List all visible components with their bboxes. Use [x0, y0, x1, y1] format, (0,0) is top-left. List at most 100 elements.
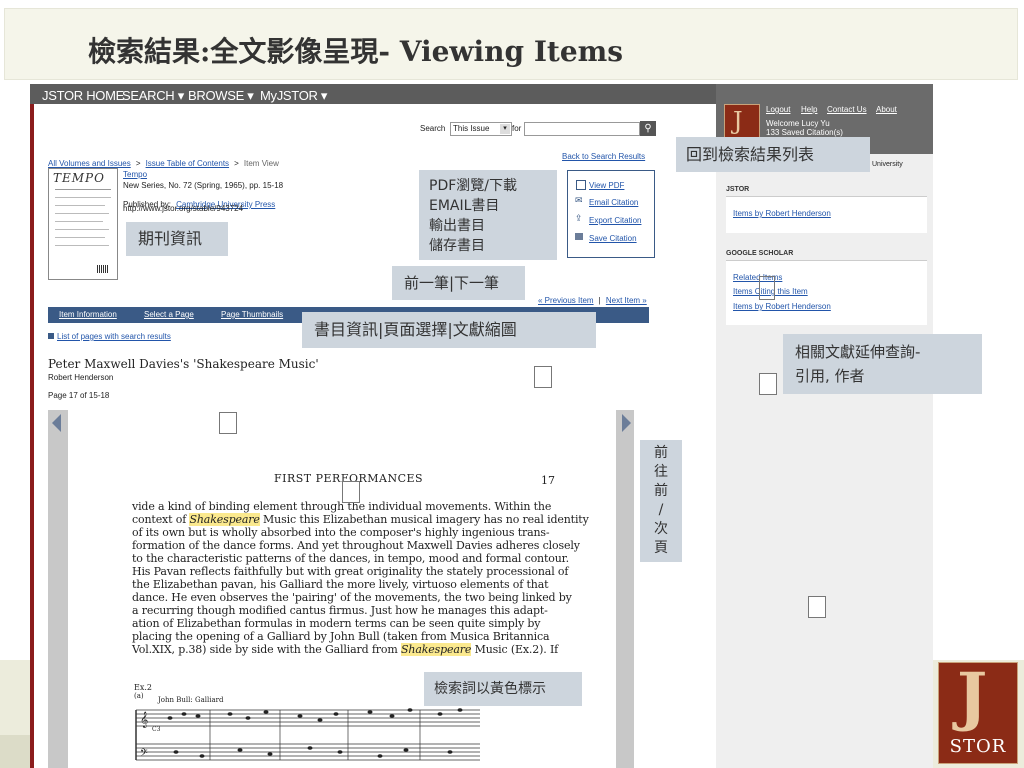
document-icon — [576, 180, 586, 190]
placeholder-box — [534, 366, 552, 388]
callout-line: 相關文獻延伸查詢- — [795, 343, 921, 361]
callout-related-lookup: 相關文獻延伸查詢- 引用, 作者 — [783, 334, 982, 394]
search-label: Search — [420, 124, 446, 133]
callout-line: PDF瀏覽/下載 — [429, 178, 517, 194]
cover-rule — [55, 229, 109, 230]
callout-char: 前 — [654, 445, 668, 461]
left-accent-bar — [30, 104, 34, 768]
search-input[interactable] — [524, 122, 640, 136]
nav-home[interactable]: JSTOR HOME — [42, 88, 124, 103]
logout-link[interactable]: Logout — [766, 105, 790, 114]
callout-page-nav: 前 往 前 / 次 頁 — [640, 440, 682, 562]
search-for-label: for — [512, 124, 522, 133]
callout-line: EMAIL書目 — [429, 198, 500, 214]
footer-deco-left-dark — [0, 735, 34, 768]
breadcrumb-sep: > — [135, 159, 141, 168]
placeholder-box — [759, 276, 775, 300]
callout-line: 輸出書目 — [429, 218, 485, 234]
nav-browse[interactable]: BROWSE ▾ — [188, 88, 254, 104]
jstor-panel-header: JSTOR — [726, 186, 750, 193]
journal-name-link[interactable]: Tempo — [123, 170, 147, 179]
example-caption: John Bull: Galliard — [158, 696, 224, 704]
placeholder-box — [759, 373, 777, 395]
callout-tabs: 書目資訊|頁面選擇|文獻縮圖 — [302, 312, 596, 348]
slide-title: 檢索結果:全文影像呈現- Viewing Items — [88, 35, 624, 68]
cover-rule — [55, 245, 109, 246]
back-to-results-link[interactable]: Back to Search Results — [562, 152, 645, 161]
cover-rule — [55, 213, 109, 214]
jstor-logo-text: STOR — [949, 736, 1007, 757]
music-staff-image: 𝄞 𝄢 — [135, 708, 480, 761]
doc-line: the Elizabethan pavan, his Galliard the … — [132, 578, 549, 591]
journal-cover-title: TEMPO — [53, 171, 105, 185]
next-page-arrow[interactable] — [622, 414, 631, 432]
gs-items-by-author-link[interactable]: Items by Robert Henderson — [733, 302, 831, 311]
jstor-logo-j-glyph: J — [957, 659, 988, 734]
list-pages-link[interactable]: List of pages with search results — [57, 332, 171, 341]
callout-line: 引用, 作者 — [795, 367, 865, 385]
placeholder-box — [219, 412, 237, 434]
doc-line: ation of Elizabethan formulas in modern … — [132, 617, 541, 630]
envelope-icon: ✉ — [575, 196, 583, 206]
welcome-text: Welcome Lucy Yu — [766, 119, 830, 128]
previous-page-arrow[interactable] — [52, 414, 61, 432]
doc-line: placing the opening of a Galliard by Joh… — [132, 630, 550, 643]
callout-prev-next: 前一筆|下一筆 — [392, 266, 525, 300]
doc-line: dance. He even observes the 'pairing' of… — [132, 591, 572, 604]
email-citation-link[interactable]: Email Citation — [589, 198, 638, 207]
tab-item-information[interactable]: Item Information — [59, 310, 117, 319]
breadcrumb-all-volumes[interactable]: All Volumes and Issues — [48, 159, 131, 168]
pager-sep: | — [598, 296, 601, 305]
items-by-author-link[interactable]: Items by Robert Henderson — [733, 209, 831, 218]
previous-item-link[interactable]: « Previous Item — [538, 296, 594, 305]
chevron-down-icon: ▾ — [317, 88, 328, 103]
tab-page-thumbnails[interactable]: Page Thumbnails — [221, 310, 283, 319]
doc-line: of its own but is wholly absorbed into t… — [132, 526, 550, 539]
example-sublabel: (a) — [134, 692, 144, 700]
nav-browse-label: BROWSE — [188, 88, 244, 103]
doc-line: His Pavan reflects faithfully but with g… — [132, 565, 569, 578]
cover-rule — [55, 221, 103, 222]
page-info: Page 17 of 15-18 — [48, 391, 110, 400]
callout-char: / — [658, 502, 664, 518]
callout-back-to-results: 回到檢索結果列表 — [676, 137, 870, 172]
next-item-link[interactable]: Next Item » — [606, 296, 647, 305]
search-scope-select[interactable]: This Issue ▾ — [450, 122, 512, 136]
stable-url: http://www.jstor.org/stable/943724 — [123, 204, 244, 213]
jstor-mini-logo: J — [724, 104, 760, 140]
search-icon: ⚲ — [644, 123, 652, 134]
journal-cover-thumbnail[interactable]: TEMPO — [48, 168, 118, 280]
search-term-highlight: Shakespeare — [401, 643, 472, 656]
chevron-down-icon: ▾ — [500, 124, 510, 134]
callout-journal-info: 期刊資訊 — [126, 222, 228, 256]
svg-text:𝄢: 𝄢 — [140, 747, 148, 761]
jstor-j-glyph: J — [733, 107, 743, 135]
callout-char: 次 — [654, 521, 668, 537]
doc-line: to the characteristic patterns of the da… — [132, 552, 569, 565]
export-icon: ⇪ — [575, 214, 583, 224]
chevron-down-icon: ▾ — [243, 88, 254, 103]
doc-page-number: 17 — [541, 474, 555, 487]
nav-myjstor[interactable]: MyJSTOR ▾ — [260, 88, 327, 104]
tab-select-page[interactable]: Select a Page — [144, 310, 194, 319]
saved-citations-text[interactable]: 133 Saved Citation(s) — [766, 128, 843, 137]
search-term-highlight: Shakespeare — [189, 513, 260, 526]
save-citation-link[interactable]: Save Citation — [589, 234, 637, 243]
article-author: Robert Henderson — [48, 373, 114, 382]
callout-citation-actions: PDF瀏覽/下載 EMAIL書目 輸出書目 儲存書目 — [419, 170, 557, 260]
journal-series: New Series, No. 72 (Spring, 1965), pp. 1… — [123, 181, 284, 190]
search-button[interactable]: ⚲ — [640, 121, 656, 136]
search-scope-value: This Issue — [453, 124, 490, 133]
breadcrumb-sep: > — [234, 159, 239, 168]
svg-text:𝄞: 𝄞 — [140, 712, 148, 728]
breadcrumb-issue-toc[interactable]: Issue Table of Contents — [146, 159, 229, 168]
cover-rule — [55, 237, 105, 238]
about-link[interactable]: About — [876, 105, 897, 114]
view-pdf-link[interactable]: View PDF — [589, 181, 624, 190]
university-text: University — [872, 161, 903, 168]
export-citation-link[interactable]: Export Citation — [589, 216, 641, 225]
doc-line: Vol.XIX, p.38) side by side with the Gal… — [132, 643, 559, 656]
help-link[interactable]: Help — [801, 105, 817, 114]
nav-search[interactable]: SEARCH ▾ — [122, 88, 184, 104]
contact-link[interactable]: Contact Us — [827, 105, 867, 114]
